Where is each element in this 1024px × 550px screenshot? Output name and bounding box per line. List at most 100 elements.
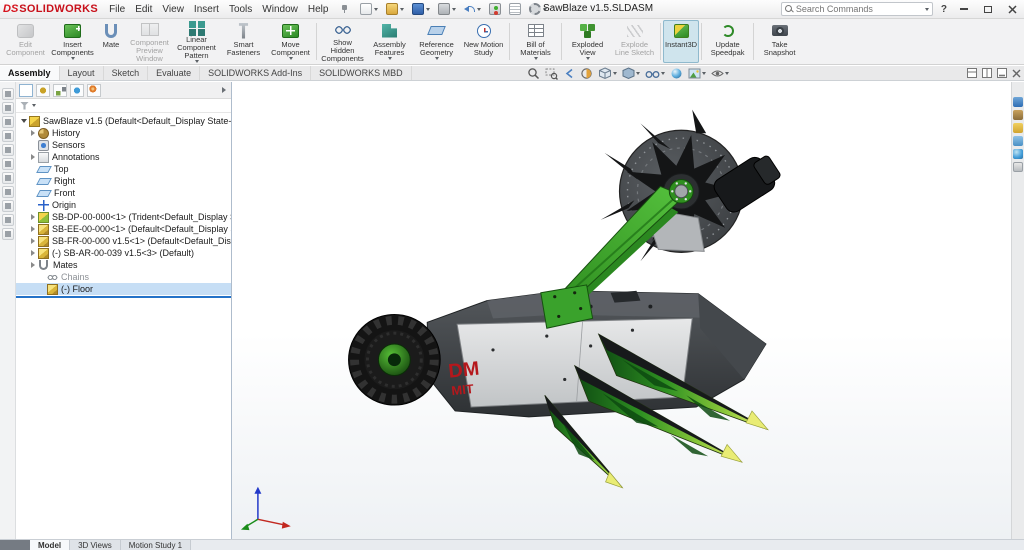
close-pane-button[interactable] bbox=[1012, 69, 1021, 81]
tab-sketch[interactable]: Sketch bbox=[104, 66, 149, 80]
search-dropdown-caret-icon[interactable] bbox=[925, 8, 929, 11]
section-view-button[interactable] bbox=[580, 67, 593, 80]
tree-item-right-plane[interactable]: Right bbox=[16, 175, 231, 187]
tree-item-sb-ar[interactable]: (-) SB-AR-00-039 v1.5<3> (Default) bbox=[16, 247, 231, 259]
linear-component-pattern-button[interactable]: Linear Component Pattern bbox=[173, 20, 220, 63]
menu-window[interactable]: Window bbox=[257, 4, 303, 15]
tab-layout[interactable]: Layout bbox=[60, 66, 104, 80]
split-pane-horizontal-button[interactable] bbox=[967, 68, 977, 81]
solidworks-resources-icon[interactable] bbox=[1013, 97, 1023, 107]
rebuild-button[interactable] bbox=[489, 3, 501, 15]
left-toolbar-icon-11[interactable] bbox=[2, 228, 14, 240]
search-input[interactable] bbox=[796, 4, 923, 14]
dimxpertmanager-tab-icon[interactable] bbox=[70, 84, 84, 97]
split-pane-vertical-button[interactable] bbox=[982, 68, 992, 81]
tree-item-sensors[interactable]: Sensors bbox=[16, 139, 231, 151]
explode-line-sketch-button[interactable]: Explode Line Sketch bbox=[611, 20, 658, 63]
assembly-features-button[interactable]: Assembly Features bbox=[366, 20, 413, 63]
left-toolbar-icon-9[interactable] bbox=[2, 200, 14, 212]
component-preview-window-button[interactable]: Component Preview Window bbox=[126, 20, 173, 63]
appearances-icon[interactable] bbox=[1013, 149, 1023, 159]
menu-file[interactable]: File bbox=[104, 4, 130, 15]
tree-item-sb-ee[interactable]: SB-EE-00-000<1> (Default<Default_Display… bbox=[16, 223, 231, 235]
tab-motion-study-1[interactable]: Motion Study 1 bbox=[121, 540, 191, 550]
instant3d-button[interactable]: Instant3D bbox=[663, 20, 699, 63]
tree-item-annotations[interactable]: Annotations bbox=[16, 151, 231, 163]
left-toolbar-icon-2[interactable] bbox=[2, 102, 14, 114]
expand-arrow-icon[interactable] bbox=[31, 214, 35, 220]
pin-menu-icon[interactable] bbox=[340, 4, 349, 14]
expand-arrow-icon[interactable] bbox=[31, 250, 35, 256]
expand-arrow-icon[interactable] bbox=[31, 238, 35, 244]
expand-arrow-icon[interactable] bbox=[31, 226, 35, 232]
display-style-button[interactable] bbox=[622, 67, 640, 80]
collapse-pane-button[interactable] bbox=[997, 68, 1007, 81]
new-motion-study-button[interactable]: New Motion Study bbox=[460, 20, 507, 63]
exploded-view-button[interactable]: Exploded View bbox=[564, 20, 611, 63]
graphics-viewport[interactable]: DM MIT bbox=[232, 82, 1011, 539]
open-button[interactable] bbox=[386, 3, 404, 15]
blade-hub[interactable] bbox=[669, 180, 693, 204]
front-panel[interactable] bbox=[457, 318, 692, 407]
reference-geometry-button[interactable]: Reference Geometry bbox=[413, 20, 460, 63]
bill-of-materials-button[interactable]: Bill of Materials bbox=[512, 20, 559, 63]
tree-item-mates[interactable]: Mates bbox=[16, 259, 231, 271]
viewport-3d[interactable]: DM MIT bbox=[232, 82, 1011, 539]
mate-button[interactable]: Mate bbox=[96, 20, 126, 63]
expand-arrow-icon[interactable] bbox=[21, 119, 27, 123]
view-settings-button[interactable] bbox=[711, 67, 729, 80]
apply-scene-button[interactable] bbox=[688, 67, 706, 80]
zoom-to-area-button[interactable] bbox=[545, 67, 558, 80]
tree-item-sb-fr[interactable]: SB-FR-00-000 v1.5<1> (Default<Default_Di… bbox=[16, 235, 231, 247]
menu-edit[interactable]: Edit bbox=[130, 4, 157, 15]
show-hidden-components-button[interactable]: Show Hidden Components bbox=[319, 20, 366, 63]
menu-insert[interactable]: Insert bbox=[189, 4, 224, 15]
tab-assembly[interactable]: Assembly bbox=[0, 66, 60, 80]
tab-model[interactable]: Model bbox=[30, 540, 70, 550]
save-button[interactable] bbox=[412, 3, 430, 15]
left-toolbar-icon-7[interactable] bbox=[2, 172, 14, 184]
edit-appearance-button[interactable] bbox=[670, 67, 683, 80]
undo-button[interactable] bbox=[464, 5, 481, 14]
take-snapshot-button[interactable]: Take Snapshot bbox=[756, 20, 803, 63]
help-button[interactable]: ? bbox=[939, 4, 949, 15]
design-library-icon[interactable] bbox=[1013, 110, 1023, 120]
left-toolbar-icon-8[interactable] bbox=[2, 186, 14, 198]
featuremanager-tab-icon[interactable] bbox=[19, 84, 33, 97]
previous-view-button[interactable] bbox=[563, 67, 575, 80]
insert-components-button[interactable]: Insert Components bbox=[49, 20, 96, 63]
tree-item-assembly-root[interactable]: SawBlaze v1.5 (Default<Default_Display S… bbox=[16, 115, 231, 127]
new-document-button[interactable] bbox=[360, 3, 378, 15]
edit-component-button[interactable]: Edit Component bbox=[2, 20, 49, 63]
file-properties-button[interactable] bbox=[509, 3, 521, 15]
filter-funnel-icon[interactable] bbox=[20, 102, 29, 110]
custom-properties-icon[interactable] bbox=[1013, 162, 1023, 172]
tree-item-origin[interactable]: Origin bbox=[16, 199, 231, 211]
zoom-to-fit-button[interactable] bbox=[527, 67, 540, 80]
file-explorer-icon[interactable] bbox=[1013, 123, 1023, 133]
print-button[interactable] bbox=[438, 3, 456, 15]
left-toolbar-icon-4[interactable] bbox=[2, 130, 14, 142]
filter-caret-icon[interactable] bbox=[32, 104, 36, 107]
restore-button[interactable] bbox=[979, 2, 997, 16]
panel-expand-chevron-icon[interactable] bbox=[222, 87, 226, 93]
drive-wheel[interactable] bbox=[349, 314, 441, 405]
smart-fasteners-button[interactable]: Smart Fasteners bbox=[220, 20, 267, 63]
tree-item-floor[interactable]: (-) Floor bbox=[16, 283, 231, 295]
tree-item-chains[interactable]: Chains bbox=[16, 271, 231, 283]
tree-item-history[interactable]: History bbox=[16, 127, 231, 139]
propertymanager-tab-icon[interactable] bbox=[36, 84, 50, 97]
expand-arrow-icon[interactable] bbox=[31, 154, 35, 160]
tab-solidworks-mbd[interactable]: SOLIDWORKS MBD bbox=[311, 66, 412, 80]
left-toolbar-icon-3[interactable] bbox=[2, 116, 14, 128]
orientation-triad[interactable] bbox=[241, 487, 291, 530]
view-orientation-button[interactable] bbox=[598, 67, 617, 80]
left-toolbar-icon-5[interactable] bbox=[2, 144, 14, 156]
menu-view[interactable]: View bbox=[157, 4, 189, 15]
expand-arrow-icon[interactable] bbox=[31, 130, 35, 136]
displaymanager-tab-icon[interactable] bbox=[87, 84, 101, 97]
tab-3d-views[interactable]: 3D Views bbox=[70, 540, 121, 550]
menu-tools[interactable]: Tools bbox=[224, 4, 257, 15]
tree-item-sb-dp[interactable]: SB-DP-00-000<1> (Trident<Default_Display… bbox=[16, 211, 231, 223]
tab-solidworks-add-ins[interactable]: SOLIDWORKS Add-Ins bbox=[200, 66, 311, 80]
